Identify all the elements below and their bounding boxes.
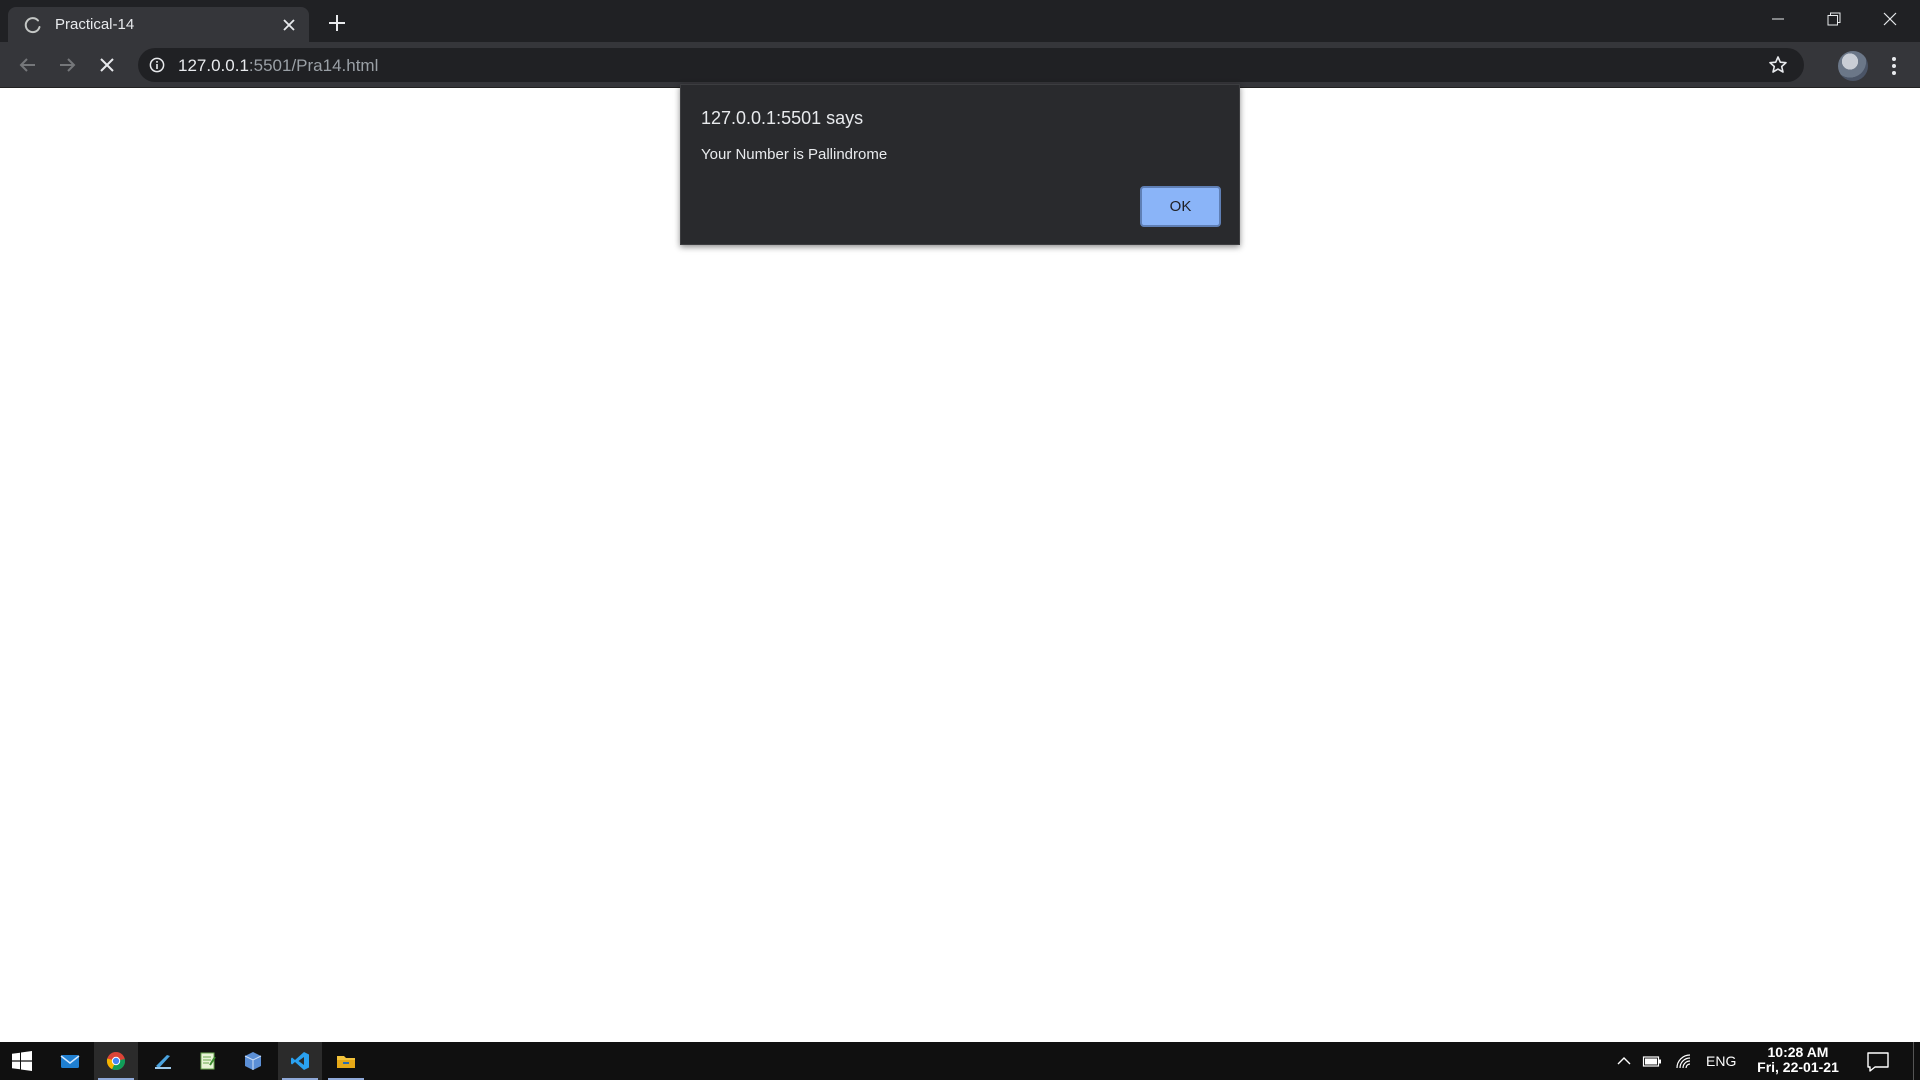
taskbar-tool[interactable] <box>141 1042 185 1080</box>
close-window-button[interactable] <box>1862 0 1920 38</box>
tab-strip: Practical-14 <box>0 0 1920 42</box>
dialog-message: Your Number is Pallindrome <box>701 146 888 163</box>
chevron-up-icon[interactable] <box>1614 1052 1634 1070</box>
restore-icon <box>1827 12 1841 26</box>
back-button[interactable] <box>12 49 44 81</box>
loading-spinner-icon <box>24 17 41 34</box>
browser-toolbar: 127.0.0.1:5501/Pra14.html <box>0 42 1920 88</box>
box-icon <box>244 1052 262 1070</box>
tool-icon <box>155 1055 171 1069</box>
taskbar: ENG 10:28 AM Fri, 22-01-21 <box>0 1042 1920 1080</box>
taskbar-chrome[interactable] <box>94 1042 138 1080</box>
chrome-icon <box>106 1052 126 1071</box>
url-text[interactable]: 127.0.0.1:5501/Pra14.html <box>178 56 378 76</box>
star-icon[interactable] <box>1768 55 1788 75</box>
mail-icon <box>60 1055 80 1068</box>
tab-close-icon[interactable] <box>282 18 296 32</box>
clock-time: 10:28 AM <box>1767 1044 1829 1060</box>
vertical-dots-icon[interactable] <box>1880 51 1908 81</box>
url-path: :5501/Pra14.html <box>248 56 379 75</box>
tab-practical-14[interactable]: Practical-14 <box>8 7 309 42</box>
url-host: 127.0.0.1 <box>178 56 249 75</box>
notifications-icon[interactable] <box>1866 1051 1890 1073</box>
taskbar-box-app[interactable] <box>231 1042 275 1080</box>
restore-button[interactable] <box>1806 0 1862 38</box>
clock[interactable]: 10:28 AM Fri, 22-01-21 <box>1752 1045 1844 1075</box>
arrow-right-icon <box>60 58 76 72</box>
forward-button[interactable] <box>51 49 83 81</box>
dialog-title: 127.0.0.1:5501 says <box>701 108 864 128</box>
minimize-button[interactable] <box>1750 0 1806 38</box>
taskbar-notepad[interactable] <box>186 1042 230 1080</box>
address-bar[interactable]: 127.0.0.1:5501/Pra14.html <box>138 48 1804 82</box>
vscode-icon <box>291 1052 309 1070</box>
stop-loading-button[interactable] <box>91 49 123 81</box>
notepad-icon <box>200 1052 216 1070</box>
new-tab-plus-icon[interactable] <box>324 10 350 36</box>
start-button[interactable] <box>0 1042 44 1080</box>
taskbar-mail[interactable] <box>48 1042 92 1080</box>
close-window-icon <box>1883 12 1897 26</box>
taskbar-vscode[interactable] <box>278 1042 322 1080</box>
start-windows-icon <box>12 1051 32 1071</box>
wifi-icon[interactable] <box>1674 1052 1694 1070</box>
minimize-icon <box>1772 18 1784 20</box>
file-explorer-icon <box>337 1056 355 1068</box>
battery-icon[interactable] <box>1642 1052 1662 1070</box>
info-icon[interactable] <box>149 57 165 73</box>
show-desktop-button[interactable] <box>1913 1042 1920 1080</box>
taskbar-file-explorer[interactable] <box>324 1042 368 1080</box>
tab-title: Practical-14 <box>55 16 135 33</box>
clock-date: Fri, 22-01-21 <box>1757 1059 1839 1075</box>
alert-dialog: 127.0.0.1:5501 says Your Number is Palli… <box>680 84 1240 245</box>
profile-avatar[interactable] <box>1838 51 1868 81</box>
ok-button[interactable]: OK <box>1140 186 1221 227</box>
arrow-left-icon <box>19 58 35 72</box>
language-indicator[interactable]: ENG <box>1706 1053 1736 1069</box>
close-icon <box>100 58 114 72</box>
